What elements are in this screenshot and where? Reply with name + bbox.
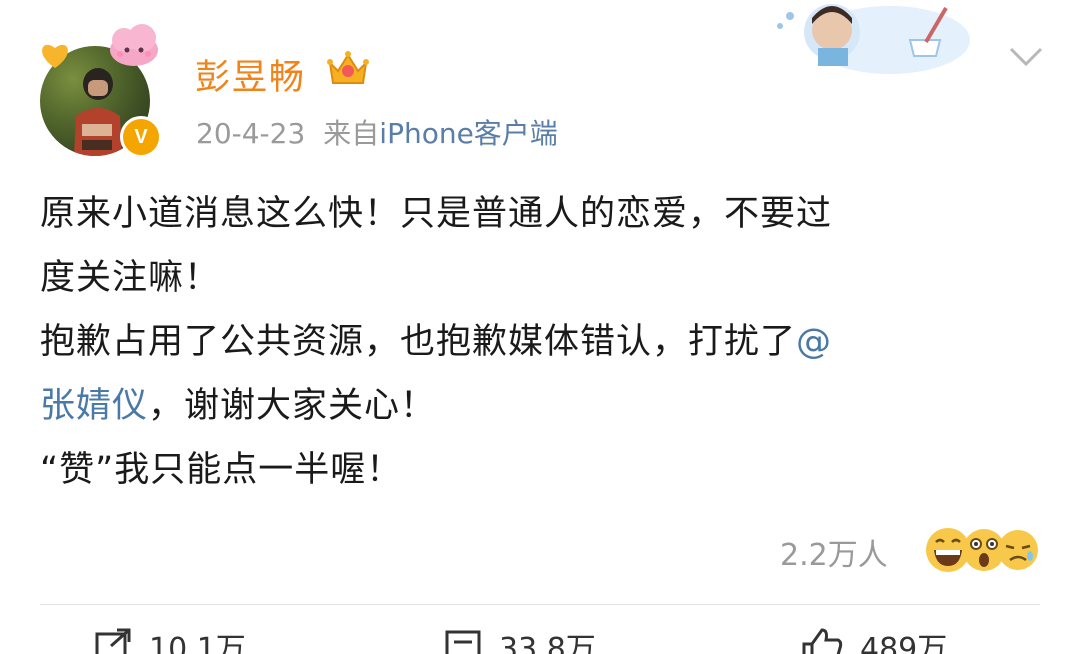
- username[interactable]: 彭昱畅: [195, 49, 306, 100]
- post-meta: 20-4-23 来自iPhone客户端: [196, 112, 558, 152]
- repost-icon: [95, 628, 131, 654]
- crown-icon[interactable]: [326, 49, 370, 89]
- post-date: 20-4-23: [196, 117, 306, 150]
- post-text-line: 抱歉占用了公共资源，也抱歉媒体错认，打扰了@: [40, 310, 1040, 374]
- thumbs-up-icon: [802, 628, 843, 654]
- repost-count: 10.1万: [149, 632, 246, 654]
- avatar-container[interactable]: V: [38, 24, 162, 158]
- source-prefix: 来自: [323, 117, 380, 150]
- source-link[interactable]: iPhone客户端: [379, 117, 558, 150]
- comment-button[interactable]: 33.8万: [443, 624, 596, 654]
- post-text: ，谢谢大家关心！: [148, 386, 437, 426]
- verified-badge-icon: V: [120, 116, 162, 158]
- post-text-line: 原来小道消息这么快！只是普通人的恋爱，不要过: [40, 194, 833, 234]
- post-text-line: 张婧仪，谢谢大家关心！: [40, 374, 1040, 438]
- reaction-emojis[interactable]: [922, 520, 1042, 576]
- weibo-post: V 彭昱畅 20-4-23 来自iPhone客户端 原来小道消息这么快！只是普通人…: [0, 0, 1080, 654]
- grinning-emoji: [926, 528, 970, 572]
- like-count: 489万: [860, 632, 948, 654]
- comment-icon: [445, 630, 481, 654]
- repost-button[interactable]: 10.1万: [93, 624, 246, 654]
- decoration-card: [777, 4, 970, 74]
- post-text-line: “赞”我只能点一半喔！: [40, 450, 403, 490]
- cloud-pendant-icon: [110, 24, 158, 66]
- reaction-count[interactable]: 2.2万人: [780, 530, 888, 574]
- post-content: 原来小道消息这么快！只是普通人的恋爱，不要过 度关注嘛！ 抱歉占用了公共资源，也…: [40, 182, 1040, 502]
- comment-count: 33.8万: [499, 632, 596, 654]
- avatar-photo: [74, 68, 122, 156]
- chevron-down-icon[interactable]: [1008, 46, 1044, 68]
- mention-link[interactable]: 张婧仪: [40, 386, 148, 426]
- post-text: 抱歉占用了公共资源，也抱歉媒体错认，打扰了: [40, 322, 797, 362]
- heart-pendant-icon: [42, 44, 68, 68]
- divider: [40, 604, 1040, 605]
- mention-at[interactable]: @: [796, 322, 832, 362]
- post-text-line: 度关注嘛！: [40, 258, 221, 298]
- like-button[interactable]: 489万: [800, 624, 947, 654]
